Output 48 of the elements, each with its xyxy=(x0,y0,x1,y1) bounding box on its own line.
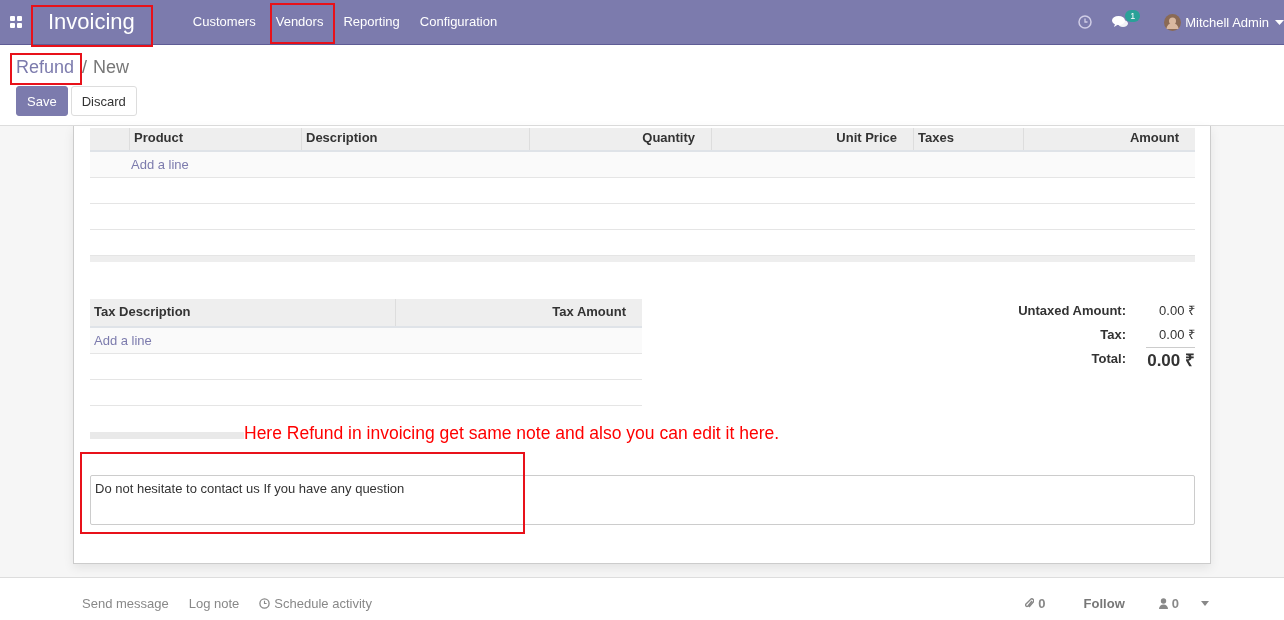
person-icon[interactable] xyxy=(1158,597,1168,609)
app-title[interactable]: Invoicing xyxy=(48,9,135,35)
breadcrumb-current: New xyxy=(93,57,130,78)
column-header[interactable]: Tax Description xyxy=(94,304,191,319)
total-label: Untaxed Amount: xyxy=(1017,302,1127,320)
message-count-badge: 1 xyxy=(1125,10,1141,22)
chat-icon[interactable] xyxy=(1112,15,1130,29)
paperclip-icon[interactable] xyxy=(1025,597,1035,609)
menu-item[interactable]: Customers xyxy=(182,12,266,32)
column-header[interactable]: Product xyxy=(134,130,184,145)
menu-item[interactable]: Reporting xyxy=(333,12,410,32)
user-menu[interactable]: Mitchell Admin xyxy=(1185,14,1269,30)
send-message-link[interactable]: Send message xyxy=(82,595,169,611)
total-value: 0.00 ₹ xyxy=(1158,326,1195,344)
add-line-link[interactable]: Add a line xyxy=(90,333,152,348)
breadcrumb-link[interactable]: Refund xyxy=(16,57,75,78)
caret-icon[interactable] xyxy=(1275,19,1284,25)
follow-button[interactable]: Follow xyxy=(1083,595,1125,611)
attachment-count[interactable]: 0 xyxy=(1038,595,1046,611)
add-line-link[interactable]: Add a line xyxy=(90,157,189,172)
clock-icon xyxy=(259,597,271,609)
column-header[interactable]: Amount xyxy=(1129,130,1179,145)
column-header[interactable]: Description xyxy=(306,130,378,145)
caret-icon[interactable] xyxy=(1201,600,1209,606)
menu-item[interactable]: Configuration xyxy=(409,12,508,32)
annotation-text: Here Refund in invoicing get same note and also you can edit it here. xyxy=(244,423,780,444)
menu-item[interactable]: Vendors xyxy=(265,12,334,32)
column-header[interactable]: Taxes xyxy=(918,130,954,145)
schedule-activity-link[interactable]: Schedule activity xyxy=(274,595,372,611)
log-note-link[interactable]: Log note xyxy=(188,595,240,611)
note-text: Do not hesitate to contact us If you have any question xyxy=(95,481,405,496)
total-label: Total: xyxy=(1090,350,1127,368)
discard-button[interactable]: Discard xyxy=(70,86,137,116)
breadcrumb-separator: / xyxy=(81,57,88,78)
total-value: 0.00 ₹ xyxy=(1158,302,1195,320)
follower-count[interactable]: 0 xyxy=(1171,595,1179,611)
clock-icon[interactable] xyxy=(1078,15,1093,29)
total-label: Tax: xyxy=(1099,326,1127,344)
column-header[interactable]: Tax Amount xyxy=(552,304,626,319)
highlight-frame xyxy=(270,3,335,44)
column-header[interactable]: Unit Price xyxy=(836,130,897,145)
highlight-frame xyxy=(10,53,82,85)
avatar-icon[interactable] xyxy=(1164,13,1182,31)
save-button[interactable]: Save xyxy=(16,86,68,116)
apps-grid-icon[interactable] xyxy=(10,16,22,28)
column-header[interactable]: Quantity xyxy=(642,130,695,145)
note-field[interactable]: Do not hesitate to contact us If you have any question xyxy=(90,475,1195,525)
total-value: 0.00 ₹ xyxy=(1146,347,1195,374)
